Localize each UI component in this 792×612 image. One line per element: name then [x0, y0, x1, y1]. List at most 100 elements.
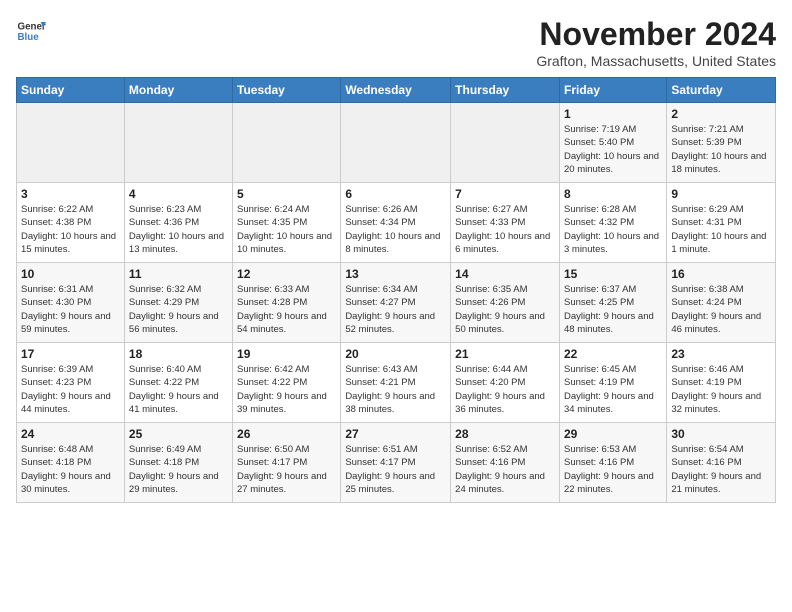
calendar-day-8: 8 Sunrise: 6:28 AMSunset: 4:32 PMDaylight…	[559, 183, 666, 263]
day-number: 27	[345, 427, 446, 441]
month-title: November 2024	[536, 16, 776, 53]
calendar-day-24: 24 Sunrise: 6:48 AMSunset: 4:18 PMDayligh…	[17, 423, 125, 503]
logo-icon: General Blue	[16, 16, 46, 46]
weekday-header-tuesday: Tuesday	[233, 78, 341, 103]
day-number: 3	[21, 187, 120, 201]
day-number: 1	[564, 107, 662, 121]
calendar-day-19: 19 Sunrise: 6:42 AMSunset: 4:22 PMDayligh…	[233, 343, 341, 423]
calendar-day-29: 29 Sunrise: 6:53 AMSunset: 4:16 PMDayligh…	[559, 423, 666, 503]
day-number: 9	[671, 187, 771, 201]
calendar-day-13: 13 Sunrise: 6:34 AMSunset: 4:27 PMDayligh…	[341, 263, 451, 343]
weekday-header-monday: Monday	[124, 78, 232, 103]
day-number: 14	[455, 267, 555, 281]
day-number: 29	[564, 427, 662, 441]
day-info: Sunrise: 6:50 AMSunset: 4:17 PMDaylight:…	[237, 443, 336, 496]
day-info: Sunrise: 7:21 AMSunset: 5:39 PMDaylight:…	[671, 123, 771, 176]
calendar-empty-cell	[17, 103, 125, 183]
day-info: Sunrise: 6:34 AMSunset: 4:27 PMDaylight:…	[345, 283, 446, 336]
logo: General Blue	[16, 16, 46, 46]
day-info: Sunrise: 6:40 AMSunset: 4:22 PMDaylight:…	[129, 363, 228, 416]
calendar-day-14: 14 Sunrise: 6:35 AMSunset: 4:26 PMDayligh…	[451, 263, 560, 343]
location: Grafton, Massachusetts, United States	[536, 53, 776, 69]
weekday-header-friday: Friday	[559, 78, 666, 103]
day-info: Sunrise: 6:42 AMSunset: 4:22 PMDaylight:…	[237, 363, 336, 416]
day-number: 10	[21, 267, 120, 281]
calendar-day-15: 15Sunrise: 6:37 AMSunset: 4:25 PMDayligh…	[559, 263, 666, 343]
day-number: 23	[671, 347, 771, 361]
day-number: 20	[345, 347, 446, 361]
calendar-week-row: 17 Sunrise: 6:39 AMSunset: 4:23 PMDayligh…	[17, 343, 776, 423]
day-number: 28	[455, 427, 555, 441]
day-info: Sunrise: 6:27 AMSunset: 4:33 PMDaylight:…	[455, 203, 555, 256]
calendar-day-7: 7 Sunrise: 6:27 AMSunset: 4:33 PMDaylight…	[451, 183, 560, 263]
calendar-day-21: 21 Sunrise: 6:44 AMSunset: 4:20 PMDayligh…	[451, 343, 560, 423]
day-info: Sunrise: 7:19 AMSunset: 5:40 PMDaylight:…	[564, 123, 662, 176]
day-info: Sunrise: 6:48 AMSunset: 4:18 PMDaylight:…	[21, 443, 120, 496]
calendar-table: SundayMondayTuesdayWednesdayThursdayFrid…	[16, 77, 776, 503]
calendar-week-row: 10 Sunrise: 6:31 AMSunset: 4:30 PMDayligh…	[17, 263, 776, 343]
calendar-day-20: 20Sunrise: 6:43 AMSunset: 4:21 PMDayligh…	[341, 343, 451, 423]
day-number: 21	[455, 347, 555, 361]
day-number: 17	[21, 347, 120, 361]
day-info: Sunrise: 6:38 AMSunset: 4:24 PMDaylight:…	[671, 283, 771, 336]
day-number: 18	[129, 347, 228, 361]
day-number: 7	[455, 187, 555, 201]
weekday-header-wednesday: Wednesday	[341, 78, 451, 103]
day-number: 2	[671, 107, 771, 121]
day-info: Sunrise: 6:35 AMSunset: 4:26 PMDaylight:…	[455, 283, 555, 336]
calendar-week-row: 24 Sunrise: 6:48 AMSunset: 4:18 PMDayligh…	[17, 423, 776, 503]
day-info: Sunrise: 6:28 AMSunset: 4:32 PMDaylight:…	[564, 203, 662, 256]
page-header: General Blue November 2024 Grafton, Mass…	[16, 16, 776, 69]
day-number: 22	[564, 347, 662, 361]
day-info: Sunrise: 6:51 AMSunset: 4:17 PMDaylight:…	[345, 443, 446, 496]
calendar-day-25: 25 Sunrise: 6:49 AMSunset: 4:18 PMDayligh…	[124, 423, 232, 503]
day-number: 24	[21, 427, 120, 441]
day-number: 30	[671, 427, 771, 441]
calendar-day-30: 30 Sunrise: 6:54 AMSunset: 4:16 PMDayligh…	[667, 423, 776, 503]
day-info: Sunrise: 6:54 AMSunset: 4:16 PMDaylight:…	[671, 443, 771, 496]
day-number: 12	[237, 267, 336, 281]
day-info: Sunrise: 6:31 AMSunset: 4:30 PMDaylight:…	[21, 283, 120, 336]
calendar-day-26: 26 Sunrise: 6:50 AMSunset: 4:17 PMDayligh…	[233, 423, 341, 503]
day-info: Sunrise: 6:22 AMSunset: 4:38 PMDaylight:…	[21, 203, 120, 256]
day-info: Sunrise: 6:46 AMSunset: 4:19 PMDaylight:…	[671, 363, 771, 416]
calendar-day-1: 1 Sunrise: 7:19 AMSunset: 5:40 PMDaylight…	[559, 103, 666, 183]
day-info: Sunrise: 6:44 AMSunset: 4:20 PMDaylight:…	[455, 363, 555, 416]
day-info: Sunrise: 6:49 AMSunset: 4:18 PMDaylight:…	[129, 443, 228, 496]
calendar-day-6: 6Sunrise: 6:26 AMSunset: 4:34 PMDaylight…	[341, 183, 451, 263]
day-info: Sunrise: 6:33 AMSunset: 4:28 PMDaylight:…	[237, 283, 336, 336]
day-number: 8	[564, 187, 662, 201]
calendar-empty-cell	[233, 103, 341, 183]
day-info: Sunrise: 6:29 AMSunset: 4:31 PMDaylight:…	[671, 203, 771, 256]
day-info: Sunrise: 6:53 AMSunset: 4:16 PMDaylight:…	[564, 443, 662, 496]
calendar-day-4: 4Sunrise: 6:23 AMSunset: 4:36 PMDaylight…	[124, 183, 232, 263]
calendar-day-16: 16 Sunrise: 6:38 AMSunset: 4:24 PMDayligh…	[667, 263, 776, 343]
day-number: 16	[671, 267, 771, 281]
day-info: Sunrise: 6:32 AMSunset: 4:29 PMDaylight:…	[129, 283, 228, 336]
day-number: 13	[345, 267, 446, 281]
day-info: Sunrise: 6:45 AMSunset: 4:19 PMDaylight:…	[564, 363, 662, 416]
title-block: November 2024 Grafton, Massachusetts, Un…	[536, 16, 776, 69]
calendar-day-28: 28 Sunrise: 6:52 AMSunset: 4:16 PMDayligh…	[451, 423, 560, 503]
day-info: Sunrise: 6:39 AMSunset: 4:23 PMDaylight:…	[21, 363, 120, 416]
day-number: 11	[129, 267, 228, 281]
day-number: 25	[129, 427, 228, 441]
calendar-day-12: 12 Sunrise: 6:33 AMSunset: 4:28 PMDayligh…	[233, 263, 341, 343]
day-number: 26	[237, 427, 336, 441]
day-info: Sunrise: 6:23 AMSunset: 4:36 PMDaylight:…	[129, 203, 228, 256]
weekday-header-saturday: Saturday	[667, 78, 776, 103]
day-info: Sunrise: 6:24 AMSunset: 4:35 PMDaylight:…	[237, 203, 336, 256]
calendar-day-2: 2 Sunrise: 7:21 AMSunset: 5:39 PMDaylight…	[667, 103, 776, 183]
calendar-day-18: 18 Sunrise: 6:40 AMSunset: 4:22 PMDayligh…	[124, 343, 232, 423]
calendar-day-27: 27 Sunrise: 6:51 AMSunset: 4:17 PMDayligh…	[341, 423, 451, 503]
day-number: 5	[237, 187, 336, 201]
day-number: 19	[237, 347, 336, 361]
calendar-day-9: 9 Sunrise: 6:29 AMSunset: 4:31 PMDaylight…	[667, 183, 776, 263]
day-info: Sunrise: 6:52 AMSunset: 4:16 PMDaylight:…	[455, 443, 555, 496]
weekday-header-row: SundayMondayTuesdayWednesdayThursdayFrid…	[17, 78, 776, 103]
calendar-day-5: 5 Sunrise: 6:24 AMSunset: 4:35 PMDaylight…	[233, 183, 341, 263]
calendar-empty-cell	[124, 103, 232, 183]
calendar-day-11: 11 Sunrise: 6:32 AMSunset: 4:29 PMDayligh…	[124, 263, 232, 343]
calendar-day-3: 3 Sunrise: 6:22 AMSunset: 4:38 PMDaylight…	[17, 183, 125, 263]
calendar-empty-cell	[341, 103, 451, 183]
